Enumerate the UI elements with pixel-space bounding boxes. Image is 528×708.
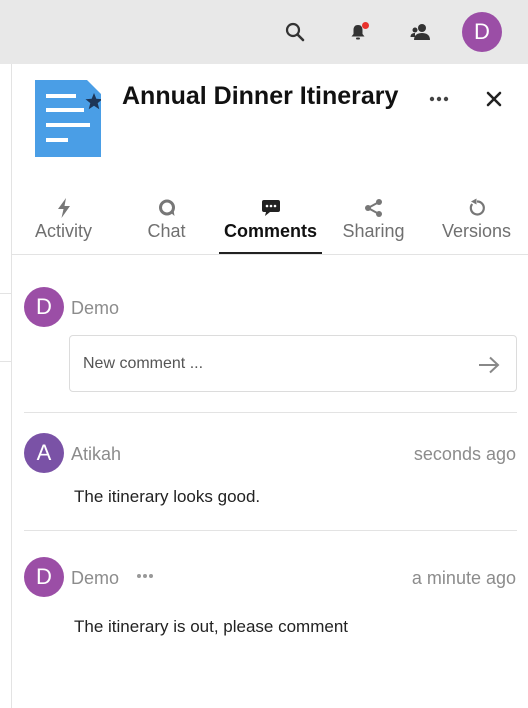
comment-text: The itinerary looks good. [74,487,261,506]
divider [24,412,517,413]
notification-badge [362,22,369,29]
send-arrow-icon[interactable] [476,352,502,378]
new-comment-input[interactable] [83,350,463,378]
comment-timestamp: a minute ago [411,568,516,588]
tab-comments[interactable]: Comments [219,190,322,254]
file-title: Annual Dinner Itinerary [122,82,399,110]
avatar: A [24,433,64,473]
contacts-icon[interactable] [405,16,437,48]
chat-bubble-icon [115,190,218,220]
divider [0,293,11,294]
tab-label: Versions [441,221,512,241]
left-panel-edge [0,64,12,708]
new-comment-box [69,335,517,392]
document-starred-icon [35,80,103,157]
tab-label: Chat [147,221,186,241]
more-options-icon[interactable] [424,84,454,114]
close-icon[interactable] [479,84,509,114]
tab-versions[interactable]: Versions [425,190,528,254]
share-icon [322,190,425,220]
new-comment-author: Demo [71,298,120,318]
comment-text: The itinerary is out, please comment [74,617,349,636]
comment-icon [219,190,322,220]
tab-chat[interactable]: Chat [115,190,218,254]
divider [24,530,517,531]
tab-activity[interactable]: Activity [12,190,115,254]
comment-author: Atikah [71,444,122,464]
tab-label: Activity [34,221,92,241]
history-icon [425,190,528,220]
divider [0,361,11,362]
flash-icon [12,190,115,220]
sidebar-tabs: Activity Chat Comments Sharing Versions [12,190,528,255]
user-avatar[interactable]: D [462,12,502,52]
comment-author: Demo [71,568,120,588]
tab-label: Sharing [342,221,405,241]
comment-timestamp: seconds ago [413,444,516,464]
avatar: D [24,287,64,327]
notifications-icon[interactable] [342,16,374,48]
tab-label: Comments [223,221,317,241]
search-icon[interactable] [279,16,311,48]
avatar: D [24,557,64,597]
tab-sharing[interactable]: Sharing [322,190,425,254]
top-bar: D [0,0,528,64]
comment-more-icon[interactable] [133,566,157,586]
